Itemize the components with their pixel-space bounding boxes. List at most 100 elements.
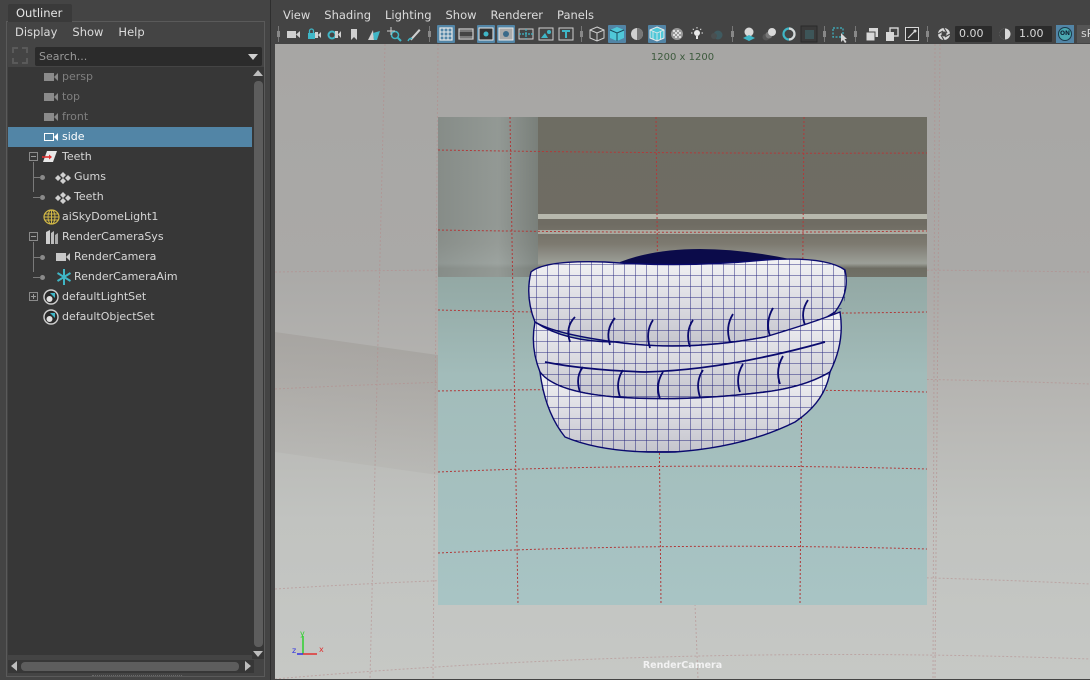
outliner-horizontal-scrollbar[interactable] bbox=[8, 660, 254, 673]
filter-icon[interactable] bbox=[12, 47, 28, 64]
motion-blur-icon[interactable] bbox=[760, 25, 778, 43]
search-input[interactable] bbox=[35, 47, 235, 66]
xray-joints-icon[interactable] bbox=[863, 25, 881, 43]
menu-show[interactable]: Show bbox=[65, 22, 111, 42]
grease-pencil-icon[interactable] bbox=[405, 25, 423, 43]
tree-item-label: RenderCameraSys bbox=[62, 230, 164, 243]
default-material-icon[interactable] bbox=[628, 25, 646, 43]
bookmark-icon[interactable] bbox=[345, 25, 363, 43]
2d-pan-zoom-icon[interactable] bbox=[385, 25, 403, 43]
field-chart-icon[interactable] bbox=[517, 25, 535, 43]
outliner-tree: persp top front side Teeth Gums Teeth ai… bbox=[8, 67, 252, 655]
screen-space-ao-icon[interactable] bbox=[740, 25, 758, 43]
exposure-field[interactable]: 0.00 bbox=[955, 26, 992, 42]
tree-item-front[interactable]: front bbox=[8, 107, 252, 127]
smooth-shade-icon[interactable] bbox=[608, 25, 626, 43]
scroll-left-icon[interactable] bbox=[11, 661, 17, 671]
tree-item-skydome[interactable]: aiSkyDomeLight1 bbox=[8, 207, 252, 227]
xray-active-icon[interactable] bbox=[883, 25, 901, 43]
exposure-icon[interactable] bbox=[935, 25, 953, 43]
outliner-vertical-scrollbar[interactable] bbox=[252, 67, 264, 659]
teeth-mesh[interactable] bbox=[525, 242, 850, 457]
depth-of-field-icon[interactable] bbox=[800, 25, 818, 43]
scroll-up-icon[interactable] bbox=[253, 70, 263, 76]
gate-mask-icon[interactable] bbox=[497, 25, 515, 43]
tree-line bbox=[33, 197, 41, 198]
gamma-field[interactable]: 1.00 bbox=[1015, 26, 1052, 42]
tree-item-label: Teeth bbox=[62, 150, 92, 163]
tree-item-teeth-group[interactable]: Teeth bbox=[8, 147, 252, 167]
scroll-right-icon[interactable] bbox=[245, 661, 251, 671]
gamma-icon[interactable] bbox=[995, 25, 1013, 43]
menu-display[interactable]: Display bbox=[8, 22, 65, 42]
tree-item-label: persp bbox=[62, 70, 93, 83]
resolution-gate-icon[interactable] bbox=[477, 25, 495, 43]
wireframe-icon[interactable] bbox=[588, 25, 606, 43]
wireframe-on-shaded-icon[interactable] bbox=[648, 25, 666, 43]
viewport-menubar: View Shading Lighting Show Renderer Pane… bbox=[277, 5, 602, 25]
safe-action-icon[interactable] bbox=[537, 25, 555, 43]
scroll-down-icon[interactable] bbox=[253, 651, 263, 657]
outliner-menubar: Display Show Help bbox=[8, 22, 153, 42]
tree-line bbox=[33, 277, 41, 278]
resolution-label: 1200 x 1200 bbox=[650, 52, 715, 63]
panel-resize-grip[interactable] bbox=[92, 675, 182, 677]
menu-shading[interactable]: Shading bbox=[318, 5, 379, 25]
tree-item-gums[interactable]: Gums bbox=[8, 167, 252, 187]
safe-title-icon[interactable] bbox=[557, 25, 575, 43]
tree-item-label: RenderCameraAim bbox=[74, 270, 178, 283]
viewport-toolbar: 0.00 1.00 ON sRGB gamma bbox=[275, 24, 1090, 44]
tree-item-defaultlightset[interactable]: defaultLightSet bbox=[8, 287, 252, 307]
menu-help[interactable]: Help bbox=[111, 22, 152, 42]
grid-toggle-icon[interactable] bbox=[437, 25, 455, 43]
camera-group-icon bbox=[45, 229, 59, 245]
search-dropdown-icon[interactable] bbox=[248, 54, 258, 60]
tree-item-persp[interactable]: persp bbox=[8, 67, 252, 87]
mesh-icon bbox=[55, 171, 71, 184]
camera-icon bbox=[44, 71, 58, 83]
tree-item-label: top bbox=[62, 90, 81, 103]
3d-viewport[interactable]: 1200 x 1200 y x z RenderCamera bbox=[275, 44, 1090, 679]
skydome-light-icon bbox=[43, 209, 60, 225]
scroll-thumb[interactable] bbox=[254, 81, 263, 647]
use-all-lights-icon[interactable] bbox=[688, 25, 706, 43]
shadows-icon[interactable] bbox=[708, 25, 726, 43]
multisample-aa-icon[interactable] bbox=[780, 25, 798, 43]
view-transform-dropdown[interactable]: sRGB gamma bbox=[1077, 25, 1090, 43]
tree-item-rendercamera[interactable]: RenderCamera bbox=[8, 247, 252, 267]
camera-icon bbox=[44, 131, 58, 143]
scroll-thumb[interactable] bbox=[21, 662, 239, 671]
tree-item-top[interactable]: top bbox=[8, 87, 252, 107]
camera-snapshot-icon[interactable] bbox=[903, 25, 921, 43]
tree-item-teeth-mesh[interactable]: Teeth bbox=[8, 187, 252, 207]
menu-lighting[interactable]: Lighting bbox=[379, 5, 439, 25]
color-management-toggle[interactable]: ON bbox=[1056, 25, 1074, 43]
xray-icon[interactable] bbox=[668, 25, 686, 43]
tree-item-side[interactable]: side bbox=[8, 127, 252, 147]
menu-show[interactable]: Show bbox=[440, 5, 485, 25]
camera-attributes-icon[interactable] bbox=[325, 25, 343, 43]
menu-renderer[interactable]: Renderer bbox=[485, 5, 552, 25]
camera-icon bbox=[44, 111, 58, 123]
menu-panels[interactable]: Panels bbox=[551, 5, 602, 25]
isolate-select-icon[interactable] bbox=[831, 25, 849, 43]
outliner-tab[interactable]: Outliner bbox=[8, 4, 73, 22]
expand-toggle[interactable] bbox=[29, 292, 38, 301]
collapse-toggle[interactable] bbox=[29, 152, 38, 161]
select-camera-icon[interactable] bbox=[285, 25, 303, 43]
image-plane-icon[interactable] bbox=[365, 25, 383, 43]
maya-window: Outliner Display Show Help persp top bbox=[0, 0, 1090, 680]
toolbar-separator bbox=[823, 26, 826, 42]
tree-item-rendercamerasys[interactable]: RenderCameraSys bbox=[8, 227, 252, 247]
collapse-toggle[interactable] bbox=[29, 232, 38, 241]
lock-camera-icon[interactable] bbox=[305, 25, 323, 43]
menu-view[interactable]: View bbox=[277, 5, 318, 25]
tree-line bbox=[33, 257, 41, 258]
tree-item-rendercameraaim[interactable]: RenderCameraAim bbox=[8, 267, 252, 287]
axis-x-label: x bbox=[319, 645, 324, 654]
tree-item-defaultobjectset[interactable]: defaultObjectSet bbox=[8, 307, 252, 327]
film-gate-icon[interactable] bbox=[457, 25, 475, 43]
toolbar-separator bbox=[854, 26, 857, 42]
toolbar-separator bbox=[428, 26, 431, 42]
tree-item-label: Gums bbox=[74, 170, 106, 183]
